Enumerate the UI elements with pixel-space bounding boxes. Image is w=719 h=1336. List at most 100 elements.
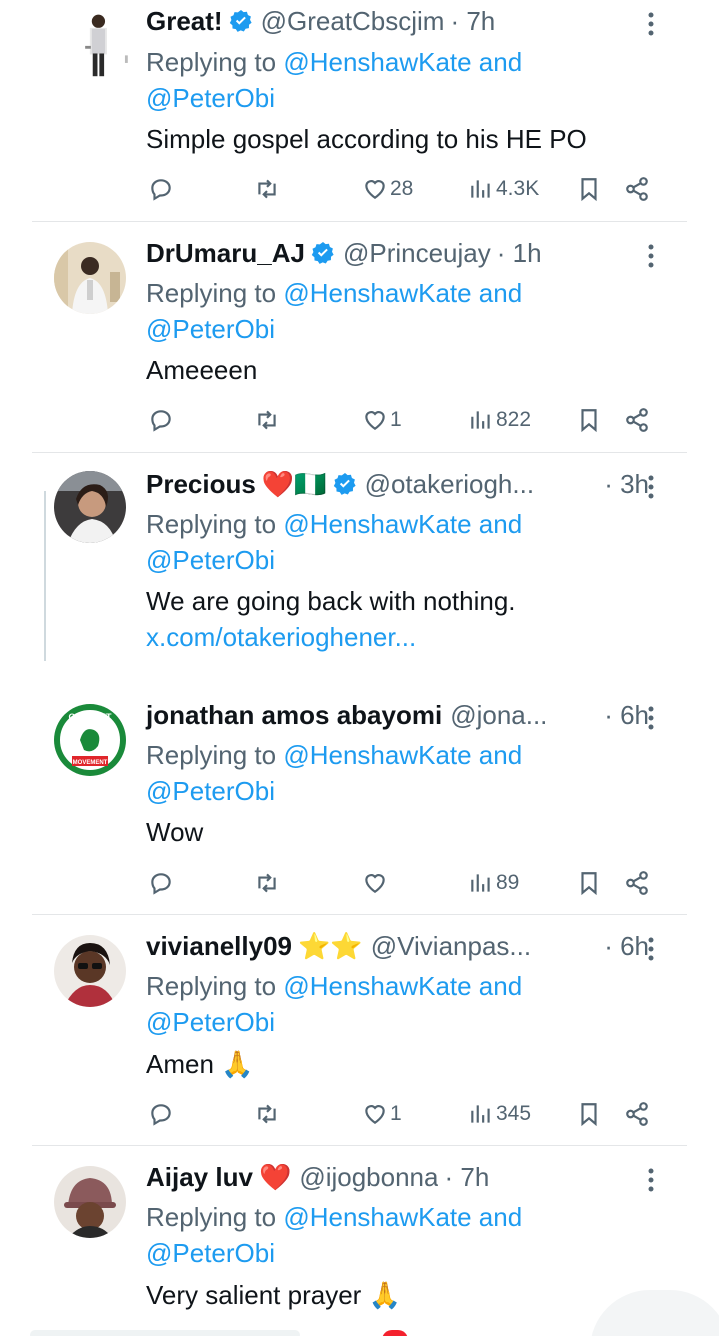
avatar-image <box>54 935 126 1007</box>
tweet[interactable]: DrUmaru_AJ @Princeujay · 1h Replying to … <box>0 222 719 452</box>
reply-icon <box>151 410 171 432</box>
name-emoji: ❤️ <box>258 1161 292 1192</box>
mention-link[interactable]: @HenshawKate and <box>283 971 522 1001</box>
tweet[interactable]: OBIDIENT MOVEMENT jonathan amos abayomi … <box>0 684 719 914</box>
tweet-text: Wow <box>146 817 204 847</box>
handle[interactable]: @otakeriogh... <box>365 469 534 500</box>
thread-line <box>44 491 46 661</box>
like-count: 28 <box>390 177 414 200</box>
tweet[interactable]: vivianelly09 ⭐⭐ @Vivianpas... · 6h Reply… <box>0 915 719 1145</box>
replying-prefix: Replying to <box>146 47 277 77</box>
display-name[interactable]: vivianelly09 <box>146 931 292 962</box>
replying-to: Replying to @HenshawKate and <box>146 44 522 80</box>
retweet-button[interactable] <box>254 403 282 437</box>
mention-link[interactable]: @PeterObi <box>146 314 275 344</box>
reply-button[interactable] <box>148 403 176 437</box>
avatar[interactable] <box>54 935 126 1007</box>
reply-icon <box>151 1104 171 1126</box>
mention-link[interactable]: @PeterObi <box>146 776 275 806</box>
share-button[interactable] <box>624 172 650 206</box>
views-icon <box>471 1105 490 1123</box>
view-count: 89 <box>496 871 520 894</box>
more-icon[interactable] <box>641 935 661 963</box>
reply-button[interactable] <box>148 1097 176 1131</box>
views-icon <box>471 180 490 198</box>
avatar-image <box>54 471 126 543</box>
timestamp[interactable]: · 1h <box>497 238 542 269</box>
handle[interactable]: @Vivianpas... <box>371 931 531 962</box>
mention-link[interactable]: @PeterObi <box>146 1007 275 1037</box>
mention-link[interactable]: @HenshawKate and <box>283 278 522 308</box>
bookmark-icon <box>581 409 597 433</box>
bookmark-button[interactable] <box>576 866 602 900</box>
heart-icon <box>365 180 385 199</box>
avatar[interactable] <box>70 8 130 84</box>
tweet-text: We are going back with nothing. <box>146 586 516 616</box>
more-icon[interactable] <box>641 473 661 501</box>
like-button[interactable]: 1 <box>362 1097 402 1131</box>
like-button[interactable] <box>362 866 390 900</box>
display-name[interactable]: Precious <box>146 469 256 500</box>
view-count: 345 <box>496 1102 532 1125</box>
views-button[interactable]: 89 <box>468 866 519 900</box>
handle[interactable]: @ijogbonna <box>299 1162 438 1193</box>
retweet-button[interactable] <box>254 1097 282 1131</box>
share-button[interactable] <box>624 1097 650 1131</box>
tweet-link[interactable]: x.com/otakerioghener... <box>146 619 416 655</box>
mention-link[interactable]: @HenshawKate and <box>283 740 522 770</box>
bookmark-button[interactable] <box>576 172 602 206</box>
more-icon[interactable] <box>641 704 661 732</box>
mention-link[interactable]: @HenshawKate and <box>283 1202 522 1232</box>
timestamp[interactable]: · 7h <box>444 1162 489 1193</box>
more-icon[interactable] <box>641 242 661 270</box>
tweet[interactable]: Aijay luv ❤️ @ijogbonna · 7h Replying to… <box>0 1146 719 1310</box>
bookmark-button[interactable] <box>576 1097 602 1131</box>
mention-link[interactable]: @PeterObi <box>146 545 275 575</box>
name-emoji: ❤️🇳🇬 <box>261 468 327 499</box>
more-icon[interactable] <box>641 1166 661 1194</box>
share-button[interactable] <box>624 866 650 900</box>
replying-to: Replying to @HenshawKate and <box>146 968 522 1004</box>
name-emoji: ⭐⭐ <box>298 930 363 961</box>
tweet-text: Very salient prayer 🙏 <box>146 1280 401 1310</box>
bookmark-button[interactable] <box>576 403 602 437</box>
mention-link[interactable]: @PeterObi <box>146 1238 275 1268</box>
view-count: 822 <box>496 408 532 431</box>
tweet[interactable]: Great! @GreatCbscjim · 7h Replying to @H… <box>0 0 719 221</box>
retweet-icon <box>258 873 276 893</box>
like-button[interactable]: 28 <box>362 172 413 206</box>
display-name[interactable]: jonathan amos abayomi <box>146 700 442 731</box>
heart-icon <box>365 874 385 893</box>
display-name[interactable]: Great! <box>146 6 223 37</box>
avatar[interactable] <box>54 242 126 314</box>
handle[interactable]: @jona... <box>450 700 547 731</box>
mention-link[interactable]: @PeterObi <box>146 83 275 113</box>
reply-button[interactable] <box>148 172 176 206</box>
mention-link[interactable]: @HenshawKate and <box>283 47 522 77</box>
avatar[interactable] <box>54 1166 126 1238</box>
display-name[interactable]: DrUmaru_AJ <box>146 238 305 269</box>
verified-badge-icon <box>333 473 356 495</box>
views-button[interactable]: 822 <box>468 403 531 437</box>
handle[interactable]: @Princeujay <box>343 238 491 269</box>
tweet[interactable]: Precious ❤️🇳🇬 @otakeriogh... · 3h Replyi… <box>0 453 719 683</box>
timestamp[interactable]: · 7h <box>450 6 495 37</box>
retweet-button[interactable] <box>254 866 282 900</box>
mention-link[interactable]: @HenshawKate and <box>283 509 522 539</box>
handle[interactable]: @GreatCbscjim <box>261 6 445 37</box>
reply-button[interactable] <box>148 866 176 900</box>
verified-badge-icon <box>229 10 252 32</box>
replying-prefix: Replying to <box>146 740 277 770</box>
more-icon[interactable] <box>641 10 661 38</box>
avatar-image <box>77 8 130 80</box>
views-button[interactable]: 345 <box>468 1097 531 1131</box>
retweet-button[interactable] <box>254 172 282 206</box>
avatar[interactable]: OBIDIENT MOVEMENT <box>54 704 126 776</box>
share-button[interactable] <box>624 403 650 437</box>
like-button[interactable]: 1 <box>362 403 402 437</box>
avatar[interactable] <box>54 471 126 543</box>
display-name[interactable]: Aijay luv <box>146 1162 253 1193</box>
views-icon <box>471 411 490 429</box>
views-button[interactable]: 4.3K <box>468 172 539 206</box>
avatar-text-bottom: MOVEMENT <box>73 760 108 766</box>
